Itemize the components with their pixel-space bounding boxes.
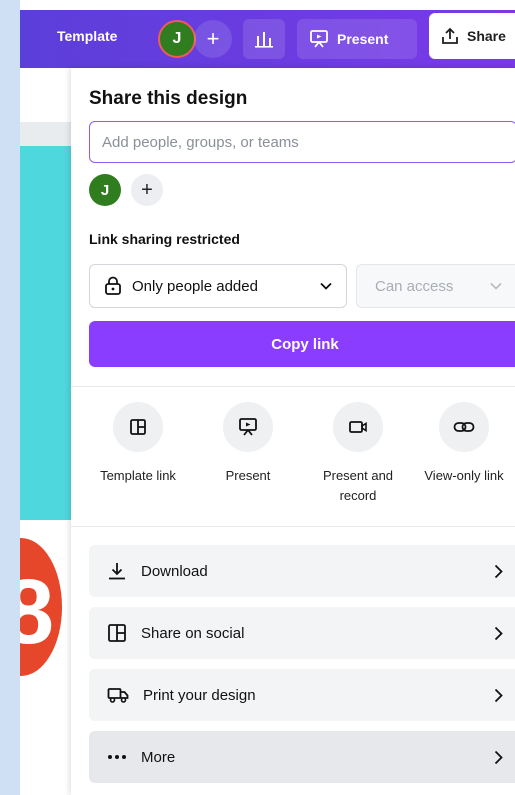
red-circle-graphic: 8: [20, 538, 62, 676]
download-row[interactable]: Download: [89, 545, 515, 597]
row-label: Print your design: [143, 686, 256, 704]
chevron-right-icon: [494, 564, 503, 578]
panel-title: Share this design: [89, 88, 248, 109]
present-icon: [239, 418, 257, 436]
link-icon: [453, 422, 475, 432]
chevron-down-icon: [490, 282, 502, 290]
more-row[interactable]: More: [89, 731, 515, 783]
present-button[interactable]: Present: [297, 19, 417, 59]
present-icon: [310, 30, 328, 48]
more-icon: [108, 755, 126, 759]
row-label: Download: [141, 562, 208, 580]
share-on-social-row[interactable]: Share on social: [89, 607, 515, 659]
download-icon: [109, 563, 125, 580]
option-icon-circle: [333, 402, 383, 452]
link-access-value: Only people added: [132, 277, 258, 295]
option-present[interactable]: Present: [193, 402, 303, 486]
big-digit: 8: [20, 561, 54, 663]
permission-value: Can access: [375, 277, 454, 295]
share-label: Share: [467, 28, 506, 44]
option-template-link[interactable]: Template link: [83, 402, 193, 486]
permission-select[interactable]: Can access: [356, 264, 515, 308]
row-label: Share on social: [141, 624, 245, 642]
present-label: Present: [337, 31, 389, 47]
link-sharing-label: Link sharing restricted: [89, 231, 240, 247]
collaborator-row: J +: [89, 174, 163, 206]
chevron-right-icon: [494, 626, 503, 640]
chevron-down-icon: [320, 282, 332, 290]
user-avatar[interactable]: J: [158, 20, 196, 58]
option-icon-circle: [439, 402, 489, 452]
collaborator-avatar[interactable]: J: [89, 174, 121, 206]
add-people-input[interactable]: [89, 121, 515, 163]
print-design-row[interactable]: Print your design: [89, 669, 515, 721]
option-present-record[interactable]: Present and record: [303, 402, 413, 506]
copy-link-button[interactable]: Copy link: [89, 321, 515, 367]
template-icon: [130, 419, 146, 435]
template-menu[interactable]: Template: [57, 28, 117, 44]
insights-button[interactable]: [243, 19, 285, 59]
lock-icon: [105, 276, 121, 295]
share-panel: Share this design J + Link sharing restr…: [71, 68, 515, 795]
option-label: Present and record: [322, 468, 394, 503]
option-view-only-link[interactable]: View-only link: [409, 402, 515, 486]
chevron-right-icon: [494, 750, 503, 764]
social-icon: [108, 624, 126, 642]
bar-chart-icon: [255, 32, 273, 48]
add-person-button[interactable]: +: [131, 174, 163, 206]
upload-icon: [442, 27, 458, 44]
divider: [71, 386, 515, 387]
divider: [71, 526, 515, 527]
row-label: More: [141, 748, 176, 766]
share-button[interactable]: Share: [429, 13, 515, 59]
option-label: View-only link: [424, 468, 504, 483]
truck-icon: [107, 688, 129, 703]
add-collaborator-button[interactable]: +: [194, 20, 232, 58]
option-icon-circle: [223, 402, 273, 452]
option-label: Template link: [100, 468, 176, 483]
link-access-select[interactable]: Only people added: [89, 264, 347, 308]
chevron-right-icon: [494, 688, 503, 702]
option-label: Present: [225, 468, 271, 483]
record-icon: [349, 421, 367, 433]
option-icon-circle: [113, 402, 163, 452]
